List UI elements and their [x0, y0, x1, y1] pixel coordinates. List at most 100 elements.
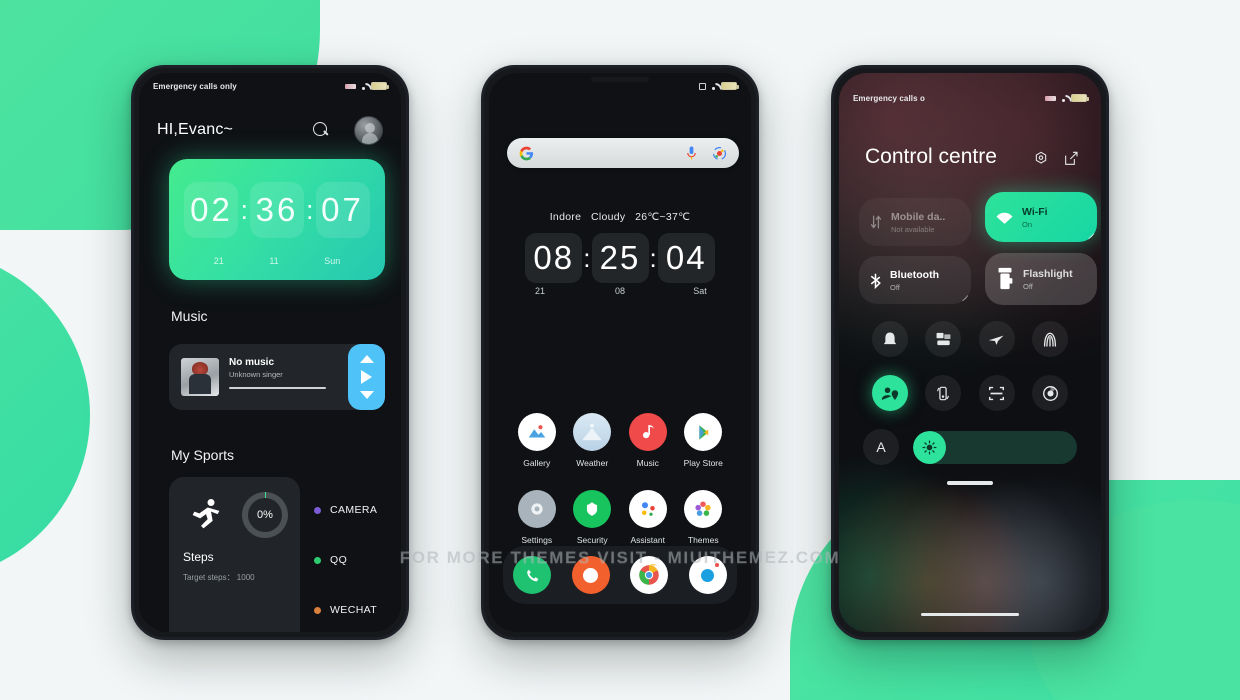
app-settings[interactable]: Settings — [509, 490, 565, 545]
next-icon[interactable] — [359, 391, 374, 400]
toggle-auto-rotate[interactable] — [925, 375, 962, 411]
music-controls — [348, 344, 385, 410]
app-assistant[interactable]: Assistant — [620, 490, 676, 545]
tile-wifi[interactable]: Wi-Fi On — [985, 192, 1097, 242]
steps-widget[interactable]: 0% Steps Target steps： 1000 Electricity：… — [169, 477, 300, 632]
tile-flashlight[interactable]: Flashlight Off — [985, 253, 1097, 305]
play-icon[interactable] — [361, 369, 372, 384]
google-search-bar[interactable] — [507, 138, 739, 168]
clock-digits: 02 : 36 : 07 — [169, 179, 385, 241]
toggle-scan-qr[interactable] — [978, 375, 1015, 411]
toggle-silent[interactable] — [871, 321, 908, 357]
microphone-icon[interactable] — [685, 146, 698, 161]
tile-text: Wi-Fi On — [1022, 206, 1048, 229]
music-info: No music Unknown singer — [219, 344, 348, 410]
app-label: Music — [636, 458, 659, 468]
list-item[interactable]: WECHAT — [314, 585, 401, 632]
list-item[interactable]: CAMERA — [314, 485, 401, 535]
gallery-icon — [517, 413, 556, 451]
prev-icon[interactable] — [359, 354, 374, 363]
app-music[interactable]: Music — [620, 413, 676, 468]
tile-text: Mobile da.. Not available — [891, 211, 945, 234]
clock-hours: 02 — [184, 182, 239, 238]
volume-button[interactable] — [131, 178, 133, 208]
tile-label: Flashlight — [1023, 267, 1073, 280]
volume-button[interactable] — [481, 198, 483, 228]
phone-icon[interactable] — [513, 556, 552, 594]
shortcut-label: WECHAT — [330, 604, 378, 616]
app-security[interactable]: Security — [565, 490, 621, 545]
edit-icon[interactable] — [1063, 151, 1079, 167]
reading-mode-icon — [1042, 385, 1058, 401]
list-item[interactable]: QQ — [314, 535, 401, 585]
location-icon — [881, 386, 898, 400]
bluetooth-icon — [870, 273, 881, 289]
clock-month: 08 — [614, 286, 625, 296]
settings-gear-icon[interactable] — [1033, 151, 1049, 167]
music-widget[interactable]: No music Unknown singer — [169, 344, 385, 410]
app-weather[interactable]: Weather — [565, 413, 621, 468]
brightness-row: A — [863, 429, 1077, 465]
wifi-icon — [709, 82, 718, 90]
battery-icon — [1071, 94, 1089, 102]
app-label: Play Store — [683, 458, 723, 468]
toggle-airplane-mode[interactable] — [978, 321, 1015, 357]
tile-mobile-data[interactable]: Mobile da.. Not available — [859, 198, 971, 246]
music-section-title: Music — [171, 308, 208, 324]
weather-city: Indore — [549, 211, 582, 223]
clock-weekday: Sat — [693, 286, 707, 296]
auto-rotate-icon — [937, 386, 950, 400]
carrier-label: Emergency calls only — [153, 81, 237, 91]
app-play-store[interactable]: Play Store — [676, 413, 732, 468]
tile-expand-icon[interactable] — [962, 295, 968, 301]
toggle-screenshot[interactable] — [925, 321, 962, 357]
phone3-screen: Emergency calls o Control centre Mobile … — [839, 73, 1101, 632]
wifi-icon — [1059, 94, 1068, 102]
screenshot-icon — [936, 332, 951, 346]
shortcut-list: CAMERA QQ WECHAT — [314, 485, 401, 632]
brightness-slider[interactable] — [913, 430, 1077, 464]
chrome-icon[interactable] — [630, 556, 669, 594]
camera-icon[interactable] — [688, 556, 727, 594]
toggle-location[interactable] — [871, 375, 908, 411]
search-icon[interactable] — [313, 121, 330, 139]
power-button[interactable] — [407, 188, 409, 232]
toggle-nfc[interactable] — [1032, 321, 1069, 357]
power-button[interactable] — [757, 208, 759, 252]
toggle-reading-mode[interactable] — [1032, 375, 1069, 411]
phone2-statusbar — [489, 73, 751, 99]
tile-status: Not available — [891, 224, 935, 234]
track-title: No music — [229, 357, 275, 368]
toggle-auto-brightness[interactable]: A — [863, 429, 899, 465]
phone-app-drawer: Indore Cloudy 26℃~37℃ 08 : 25 : 04 21 08… — [481, 65, 759, 640]
home-indicator[interactable] — [921, 612, 1019, 616]
steps-progress-ring: 0% — [242, 492, 288, 538]
sim-icon — [699, 82, 706, 90]
clock-colon-2: : — [306, 194, 314, 225]
power-button[interactable] — [1107, 188, 1109, 232]
control-centre-actions — [1033, 151, 1079, 167]
settings-icon — [517, 490, 556, 528]
progress-bar[interactable] — [229, 387, 326, 389]
app-label: Security — [576, 535, 608, 545]
tile-expand-icon[interactable] — [1088, 233, 1094, 239]
target-steps-label: Target steps： 1000 — [183, 573, 255, 582]
app-gallery[interactable]: Gallery — [509, 413, 565, 468]
tile-status: Off — [1023, 281, 1033, 291]
app-themes[interactable]: Themes — [676, 490, 732, 545]
avatar[interactable] — [354, 115, 383, 145]
messages-icon[interactable] — [571, 556, 610, 594]
clock-widget[interactable]: 02 : 36 : 07 21 11 Sun — [169, 159, 385, 280]
quick-toggle-grid — [863, 321, 1077, 411]
google-lens-icon[interactable] — [712, 146, 727, 161]
statusbar-icons — [699, 82, 739, 90]
app-label: Assistant — [630, 535, 666, 545]
tile-bluetooth[interactable]: Bluetooth Off — [859, 256, 971, 304]
dock — [503, 546, 737, 604]
tile-text: Flashlight Off — [1023, 268, 1073, 291]
flashlight-icon — [998, 267, 1013, 290]
steps-percent: 0% — [257, 509, 273, 521]
brightness-fill — [913, 430, 946, 464]
running-icon — [192, 499, 220, 529]
drag-handle[interactable] — [947, 481, 993, 485]
